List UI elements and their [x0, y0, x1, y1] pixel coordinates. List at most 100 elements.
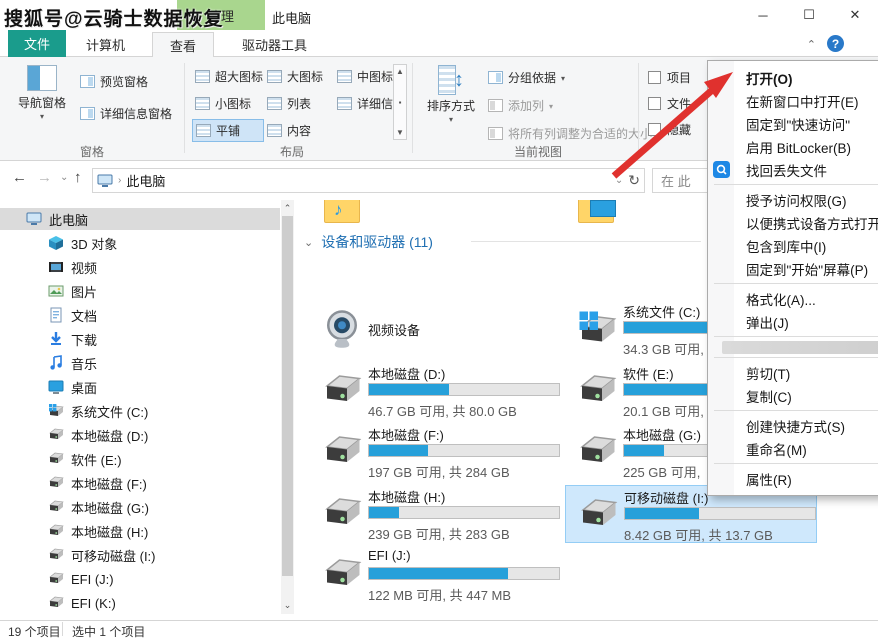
tab-file[interactable]: 文件 — [8, 30, 66, 57]
checkbox-icon[interactable] — [648, 123, 661, 136]
sidebar-item-16[interactable]: EFI (K:) — [0, 592, 280, 614]
scroll-down-icon[interactable]: ▼ — [396, 128, 404, 137]
menu-item-3[interactable]: 启用 BitLocker(B) — [708, 135, 878, 158]
sidebar-item-14[interactable]: 可移动磁盘 (I:) — [0, 544, 280, 566]
drive-icon — [48, 595, 64, 611]
scroll-up-icon[interactable]: ▲ — [396, 67, 404, 76]
view-option-0[interactable]: 超大图标 — [192, 65, 264, 88]
menu-item-20[interactable]: 重命名(M) — [708, 437, 878, 460]
sidebar-item-11[interactable]: 本地磁盘 (F:) — [0, 472, 280, 494]
drive-icon — [320, 432, 364, 472]
sidebar-item-6[interactable]: 音乐 — [0, 352, 280, 374]
view-option-4[interactable]: 列表 — [264, 92, 336, 115]
view-option-1[interactable]: 大图标 — [264, 65, 336, 88]
layout-scrollbar[interactable]: ▲ ▪ ▼ — [393, 64, 407, 140]
checkbox-icon[interactable] — [648, 97, 661, 110]
group-divider — [184, 63, 185, 153]
menu-item-17[interactable]: 复制(C) — [708, 384, 878, 407]
tab-view[interactable]: 查看 — [152, 32, 214, 57]
item-checkboxes-checkbox[interactable]: 项目 — [648, 69, 706, 86]
add-columns-button[interactable]: 添加列 ▾ — [488, 97, 553, 114]
sidebar-item-4[interactable]: 文档 — [0, 304, 280, 326]
current-view-group-label: 当前视图 — [478, 143, 598, 160]
menu-item-16[interactable]: 剪切(T) — [708, 361, 878, 384]
view-option-3[interactable]: 小图标 — [192, 92, 264, 115]
checkbox-icon[interactable] — [648, 71, 661, 84]
help-icon[interactable]: ? — [827, 35, 844, 52]
sidebar-item-13[interactable]: 本地磁盘 (H:) — [0, 520, 280, 542]
menu-separator — [714, 283, 878, 284]
data-recovery-icon — [713, 161, 730, 178]
scroll-up-icon[interactable]: ⌃ — [281, 203, 294, 214]
devices-and-drives-header[interactable]: ⌄ 设备和驱动器 (11) — [304, 232, 433, 252]
menu-item-12[interactable]: 弹出(J) — [708, 310, 878, 333]
tile-0[interactable]: 视频设备 — [310, 300, 562, 358]
group-by-button[interactable]: 分组依据 ▾ — [488, 69, 565, 86]
close-button[interactable]: ✕ — [832, 0, 878, 30]
menu-item-1[interactable]: 在新窗口中打开(E) — [708, 89, 878, 112]
breadcrumb[interactable]: 此电脑 — [126, 171, 165, 190]
tile-6[interactable]: 本地磁盘 (H:)239 GB 可用, 共 283 GB — [310, 485, 562, 543]
tile-8[interactable]: EFI (J:)122 MB 可用, 共 447 MB — [310, 546, 562, 604]
menu-item-7[interactable]: 以便携式设备方式打开 — [708, 211, 878, 234]
menu-item-4[interactable]: 找回丢失文件 — [708, 158, 878, 181]
refresh-icon[interactable]: ↻ — [628, 172, 640, 189]
sidebar-item-7[interactable]: 桌面 — [0, 376, 280, 398]
sidebar-item-9[interactable]: 本地磁盘 (D:) — [0, 424, 280, 446]
sidebar-item-3[interactable]: 图片 — [0, 280, 280, 302]
size-columns-icon — [488, 127, 503, 140]
hidden-items-checkbox[interactable]: 隐藏 — [648, 121, 706, 138]
menu-item-22[interactable]: 属性(R) — [708, 467, 878, 490]
scrollbar-thumb[interactable] — [282, 216, 293, 576]
menu-item-6[interactable]: 授予访问权限(G) — [708, 188, 878, 211]
sidebar-item-12[interactable]: 本地磁盘 (G:) — [0, 496, 280, 518]
tab-drive-tools[interactable]: 驱动器工具 — [226, 32, 323, 57]
sidebar-item-15[interactable]: EFI (J:) — [0, 568, 280, 590]
menu-item-0[interactable]: 打开(O) — [708, 66, 878, 89]
address-bar[interactable]: › 此电脑 ⌄ ↻ — [92, 168, 645, 193]
sidebar-item-1[interactable]: 3D 对象 — [0, 232, 280, 254]
minimize-button[interactable]: ─ — [740, 0, 786, 30]
view-option-6[interactable]: 平铺 — [192, 119, 264, 142]
tile-4[interactable]: 本地磁盘 (F:)197 GB 可用, 共 284 GB — [310, 423, 562, 481]
sidebar-item-8[interactable]: 系统文件 (C:) — [0, 400, 280, 422]
sidebar-item-10[interactable]: 软件 (E:) — [0, 448, 280, 470]
sort-by-button[interactable]: ↕ 排序方式 ▾ — [422, 65, 480, 124]
tile-name: 软件 (E:) — [623, 364, 674, 383]
collapse-ribbon-icon[interactable]: ⌃ — [807, 38, 816, 51]
view-option-7[interactable]: 内容 — [264, 119, 336, 142]
sort-by-icon: ↕ — [438, 65, 464, 95]
sidebar-item-2[interactable]: 视频 — [0, 256, 280, 278]
menu-item-11[interactable]: 格式化(A)... — [708, 287, 878, 310]
address-dropdown-icon[interactable]: ⌄ — [615, 175, 623, 186]
preview-pane-button[interactable]: 预览窗格 — [80, 73, 148, 90]
sidebar-scrollbar[interactable]: ⌃ ⌄ — [281, 200, 294, 614]
tab-computer[interactable]: 计算机 — [70, 32, 141, 57]
size-columns-to-fit-button[interactable]: 将所有列调整为合适的大小 — [488, 125, 652, 142]
forward-button[interactable]: → — [37, 169, 52, 186]
menu-item-redacted — [722, 341, 878, 354]
status-divider — [62, 622, 63, 636]
menu-item-2[interactable]: 固定到"快速访问" — [708, 112, 878, 135]
menu-item-19[interactable]: 创建快捷方式(S) — [708, 414, 878, 437]
sidebar-item-5[interactable]: 下载 — [0, 328, 280, 350]
music-folder-icon[interactable]: ♪ — [324, 200, 360, 224]
drive-icon — [48, 427, 64, 443]
recent-locations-icon[interactable]: ⌄ — [60, 172, 68, 183]
scroll-down-icon[interactable]: ⌄ — [281, 600, 294, 611]
picture-icon — [48, 283, 64, 299]
desktop-icon — [48, 379, 64, 395]
menu-item-9[interactable]: 固定到"开始"屏幕(P) — [708, 257, 878, 280]
maximize-button[interactable]: ☐ — [786, 0, 832, 30]
sidebar-item-0[interactable]: 此电脑 — [0, 208, 280, 230]
view-style-icon — [195, 97, 210, 110]
navigation-pane-button[interactable]: 导航窗格 ▾ — [10, 65, 74, 121]
up-button[interactable]: ↑ — [74, 169, 82, 186]
tile-2[interactable]: 本地磁盘 (D:)46.7 GB 可用, 共 80.0 GB — [310, 362, 562, 420]
scroll-thumb-icon[interactable]: ▪ — [399, 98, 402, 107]
back-button[interactable]: ← — [12, 169, 27, 186]
desktop-folder-icon[interactable] — [578, 200, 614, 224]
details-pane-button[interactable]: 详细信息窗格 — [80, 105, 172, 122]
menu-item-8[interactable]: 包含到库中(I) — [708, 234, 878, 257]
file-extensions-checkbox[interactable]: 文件 — [648, 95, 706, 112]
